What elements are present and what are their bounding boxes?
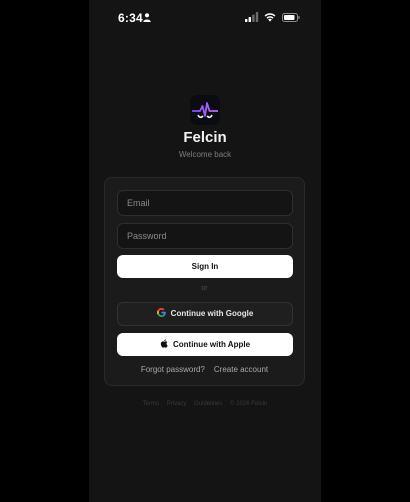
privacy-link[interactable]: Privacy: [167, 401, 187, 407]
forgot-password-link[interactable]: Forgot password?: [141, 365, 205, 374]
heartbeat-logo-icon: [190, 95, 220, 125]
welcome-subtitle: Welcome back: [178, 150, 232, 159]
footer-links: Terms Privacy Guidelines © 2026 Felcin: [89, 401, 321, 407]
terms-link[interactable]: Terms: [143, 401, 159, 407]
apple-button-label: Continue with Apple: [172, 340, 251, 349]
status-time: 6:34: [118, 11, 143, 25]
password-input[interactable]: Password: [117, 223, 293, 249]
divider-or: or: [201, 285, 208, 292]
cellular-signal-icon: [245, 12, 259, 22]
guidelines-link[interactable]: Guidelines: [194, 401, 222, 407]
google-icon: [156, 308, 166, 318]
continue-with-google-button[interactable]: Continue with Google: [117, 302, 293, 326]
phone-screen: 6:34 Felcin Welcome back Email Password …: [89, 0, 321, 502]
status-icons: [245, 12, 301, 22]
google-button-label: Continue with Google: [170, 309, 254, 318]
account-links: Forgot password? Create account: [105, 365, 304, 374]
person-icon: [143, 13, 151, 22]
app-name: Felcin: [183, 129, 227, 146]
battery-icon: [282, 13, 300, 22]
sign-in-card: Email Password Sign In or Continue with …: [104, 177, 305, 386]
sign-in-button[interactable]: Sign In: [117, 255, 293, 278]
copyright-text: © 2026 Felcin: [230, 401, 268, 407]
create-account-link[interactable]: Create account: [214, 365, 268, 374]
apple-icon: [160, 339, 168, 349]
continue-with-apple-button[interactable]: Continue with Apple: [117, 333, 293, 356]
wifi-icon: [264, 13, 276, 22]
email-input[interactable]: Email: [117, 190, 293, 216]
